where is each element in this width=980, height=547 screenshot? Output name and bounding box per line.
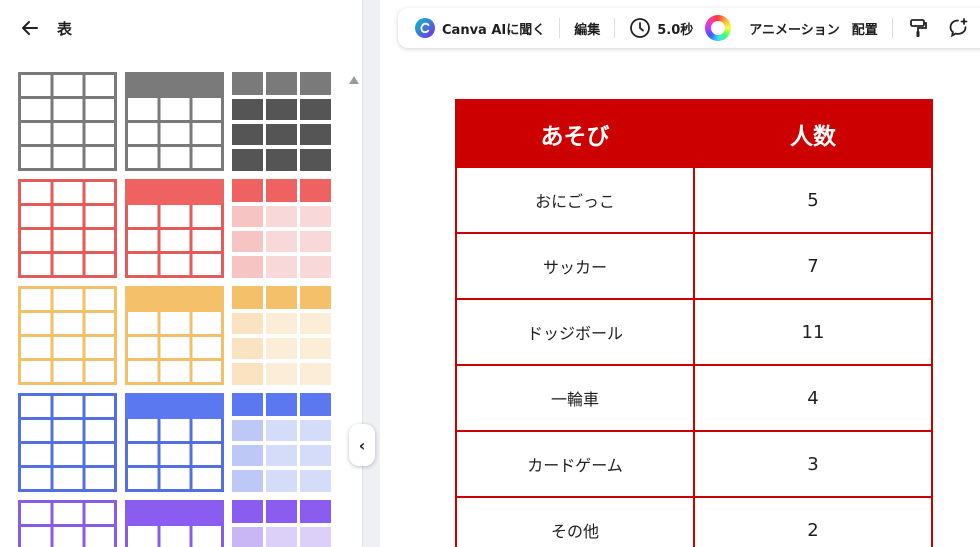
left-panel: 表 bbox=[0, 0, 363, 547]
color-button[interactable] bbox=[699, 14, 743, 42]
canva-ai-button[interactable]: Canva AIに聞く bbox=[408, 14, 551, 42]
table-style-red-filled[interactable] bbox=[232, 179, 331, 278]
table-style-yellow-plain[interactable] bbox=[18, 286, 117, 385]
canva-ai-icon bbox=[414, 17, 436, 39]
table-row: その他 2 bbox=[455, 496, 933, 547]
canva-ai-label: Canva AIに聞く bbox=[442, 22, 546, 38]
collapse-panel-button[interactable]: ‹ bbox=[349, 424, 375, 466]
table-style-gray-plain[interactable] bbox=[18, 72, 117, 171]
table-style-yellow-header[interactable] bbox=[125, 286, 224, 385]
table-style-blue-header[interactable] bbox=[125, 393, 224, 492]
table-style-red-plain[interactable] bbox=[18, 179, 117, 278]
header-cell-play[interactable]: あそび bbox=[455, 99, 695, 168]
table-style-blue-filled[interactable] bbox=[232, 393, 331, 492]
comment-add-icon bbox=[947, 17, 969, 39]
table-row: 一輪車 4 bbox=[455, 364, 933, 432]
cell-count[interactable]: 5 bbox=[693, 166, 933, 234]
arrange-button[interactable]: 配置 bbox=[846, 14, 884, 42]
cell-play[interactable]: その他 bbox=[455, 496, 695, 547]
toolbar-divider bbox=[614, 18, 616, 38]
table-header-row: あそび 人数 bbox=[455, 99, 933, 168]
table-style-gray-filled[interactable] bbox=[232, 72, 331, 171]
cell-count[interactable]: 7 bbox=[693, 232, 933, 300]
table-style-purple-filled[interactable] bbox=[232, 500, 331, 547]
copy-style-button[interactable] bbox=[901, 14, 941, 42]
paint-roller-icon bbox=[907, 17, 929, 39]
table-row: カードゲーム 3 bbox=[455, 430, 933, 498]
edit-button[interactable]: 編集 bbox=[568, 14, 606, 42]
arrange-label: 配置 bbox=[851, 22, 878, 38]
cell-count[interactable]: 4 bbox=[693, 364, 933, 432]
panel-header: 表 bbox=[0, 0, 363, 56]
chevron-left-icon: ‹ bbox=[358, 435, 366, 455]
cell-count[interactable]: 3 bbox=[693, 430, 933, 498]
comment-button[interactable] bbox=[941, 14, 980, 42]
panel-title: 表 bbox=[57, 20, 73, 38]
cell-count[interactable]: 2 bbox=[693, 496, 933, 547]
cell-play[interactable]: カードゲーム bbox=[455, 430, 695, 498]
toolbar-divider bbox=[891, 18, 893, 38]
header-cell-count[interactable]: 人数 bbox=[693, 99, 933, 168]
table-row: ドッジボール 11 bbox=[455, 298, 933, 366]
cell-play[interactable]: サッカー bbox=[455, 232, 695, 300]
table-style-gray-header[interactable] bbox=[125, 72, 224, 171]
cell-play[interactable]: 一輪車 bbox=[455, 364, 695, 432]
edit-label: 編集 bbox=[574, 22, 601, 38]
table-style-purple-plain[interactable] bbox=[18, 500, 117, 547]
scroll-up-arrow-icon[interactable] bbox=[348, 70, 360, 84]
color-wheel-icon bbox=[705, 15, 732, 41]
table-style-blue-plain[interactable] bbox=[18, 393, 117, 492]
table-style-yellow-filled[interactable] bbox=[232, 286, 331, 385]
context-toolbar: Canva AIに聞く 編集 5.0秒 アニメーション 配置 bbox=[398, 8, 980, 48]
back-arrow-icon[interactable] bbox=[18, 16, 42, 40]
table-row: サッカー 7 bbox=[455, 232, 933, 300]
table-row: おにごっこ 5 bbox=[455, 166, 933, 234]
animation-label: アニメーション bbox=[749, 22, 840, 38]
duration-label: 5.0秒 bbox=[657, 22, 694, 38]
toolbar-divider bbox=[559, 18, 561, 38]
cell-play[interactable]: ドッジボール bbox=[455, 298, 695, 366]
table-style-red-header[interactable] bbox=[125, 179, 224, 278]
duration-button[interactable]: 5.0秒 bbox=[623, 14, 699, 42]
cell-count[interactable]: 11 bbox=[693, 298, 933, 366]
clock-icon bbox=[629, 17, 651, 39]
cell-play[interactable]: おにごっこ bbox=[455, 166, 695, 234]
table-style-purple-header[interactable] bbox=[125, 500, 224, 547]
design-table[interactable]: あそび 人数 おにごっこ 5 サッカー 7 ドッジボール 11 一輪車 4 カー… bbox=[455, 99, 933, 547]
animation-button[interactable]: アニメーション bbox=[743, 14, 845, 42]
